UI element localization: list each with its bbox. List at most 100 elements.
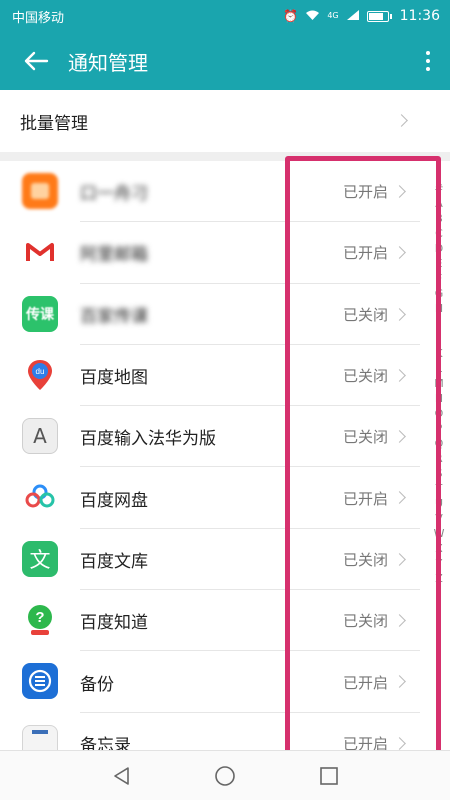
index-letter[interactable]: Q	[435, 438, 444, 449]
notification-status: 已关闭	[342, 612, 388, 631]
more-dot-icon	[426, 67, 430, 71]
nav-recents-button[interactable]	[317, 764, 341, 788]
index-letter[interactable]: R	[435, 453, 443, 464]
index-letter[interactable]: M	[434, 378, 444, 389]
list-item[interactable]: 文 百度文库 已关闭	[0, 529, 450, 591]
list-item[interactable]: 备份 已开启	[0, 651, 450, 713]
section-divider	[0, 152, 450, 161]
index-letter[interactable]: S	[436, 468, 443, 479]
app-name: 百家传课	[80, 306, 148, 327]
signal-icon	[346, 9, 360, 23]
list-item[interactable]: du 百度地图 已关闭	[0, 345, 450, 407]
nav-home-button[interactable]	[213, 764, 237, 788]
notification-status: 已开启	[342, 244, 388, 263]
more-dot-icon	[426, 51, 430, 55]
notification-status: 已关闭	[342, 367, 388, 386]
index-letter[interactable]: P	[436, 423, 443, 434]
mail-app-icon	[22, 234, 58, 271]
chevron-right-icon	[393, 614, 406, 627]
index-letter[interactable]: T	[436, 483, 443, 494]
app-name: 百度输入法华为版	[80, 429, 216, 450]
index-letter[interactable]: #	[434, 183, 443, 194]
more-dot-icon	[426, 59, 430, 63]
notification-status: 已开启	[342, 183, 388, 202]
nav-back-button[interactable]	[109, 764, 133, 788]
index-letter[interactable]: D	[435, 243, 443, 254]
index-letter[interactable]: I	[437, 318, 440, 329]
notification-status: 已开启	[342, 673, 388, 692]
index-letter[interactable]: V	[435, 513, 443, 524]
index-letter[interactable]: N	[435, 393, 443, 404]
app-name: 百度知道	[80, 613, 148, 634]
chevron-right-icon	[393, 675, 406, 689]
status-icons: ⏰ 4G 11:36	[283, 8, 440, 24]
chuanke-app-icon: 传课	[22, 295, 58, 332]
network-type-icon: 4G	[327, 11, 339, 20]
index-letter[interactable]: U	[435, 498, 443, 509]
app-bar: 通知管理	[0, 32, 450, 90]
orange-app-icon	[22, 173, 58, 209]
alphabet-index-bar[interactable]: # A B C D E F G H I J K L M N O P Q R S T U V W X Y Z	[434, 183, 445, 584]
index-letter[interactable]: L	[436, 363, 442, 374]
triangle-back-icon	[114, 766, 129, 785]
index-letter[interactable]: X	[435, 543, 443, 554]
index-letter[interactable]: J	[437, 333, 440, 344]
index-letter[interactable]: A	[435, 198, 443, 209]
arrow-left-icon	[24, 51, 49, 71]
notification-status: 已开启	[342, 489, 388, 508]
list-item[interactable]: ? 百度知道 已关闭	[0, 590, 450, 652]
index-letter[interactable]: B	[435, 213, 443, 224]
svg-text:?: ?	[35, 609, 44, 626]
back-button[interactable]	[20, 45, 52, 77]
index-letter[interactable]: Z	[435, 573, 443, 584]
index-letter[interactable]: E	[436, 258, 443, 269]
chevron-right-icon	[393, 246, 406, 260]
app-name: 口一舟刁	[80, 184, 148, 205]
app-name: 百度文库	[80, 551, 148, 572]
index-letter[interactable]: H	[435, 303, 443, 314]
status-bar: 中国移动 ⏰ 4G 11:36	[0, 0, 450, 32]
app-name: 百度网盘	[80, 490, 148, 511]
baidu-map-icon: du	[22, 356, 58, 393]
baidu-wenku-icon: 文	[22, 540, 58, 577]
chevron-right-icon	[393, 552, 406, 566]
list-item[interactable]: 阿里邮箱 已开启	[0, 222, 450, 284]
more-options-button[interactable]	[420, 49, 436, 73]
baidu-zhidao-icon: ?	[22, 602, 58, 639]
chevron-right-icon	[393, 736, 406, 750]
index-letter[interactable]: Y	[436, 558, 443, 569]
chevron-right-icon	[393, 369, 406, 382]
svg-text:du: du	[36, 367, 45, 376]
screen: 中国移动 ⏰ 4G 11:36 通知管理 批量管理 口一舟刁 已开启 阿里邮箱 …	[0, 0, 450, 800]
batch-manage-label: 批量管理	[20, 113, 88, 134]
alarm-icon: ⏰	[283, 9, 299, 23]
chevron-right-icon	[393, 491, 406, 505]
list-item[interactable]: A 百度输入法华为版 已关闭	[0, 406, 450, 468]
baidu-input-icon: A	[22, 418, 58, 455]
list-item[interactable]: 口一舟刁 已开启	[0, 161, 450, 223]
notification-status: 已关闭	[342, 305, 388, 324]
square-recents-icon	[320, 766, 338, 785]
app-list: 口一舟刁 已开启 阿里邮箱 已开启 传课 百家传课 已关闭 du 百度地图 已关…	[0, 161, 450, 774]
app-name: 百度地图	[80, 368, 148, 389]
backup-icon	[22, 663, 58, 700]
index-letter[interactable]: F	[436, 273, 442, 284]
clock: 11:36	[399, 8, 440, 24]
circle-home-icon	[215, 765, 235, 786]
index-letter[interactable]: C	[435, 228, 443, 239]
carrier-label: 中国移动	[12, 10, 65, 26]
index-letter[interactable]: K	[435, 348, 442, 359]
index-letter[interactable]: G	[435, 288, 444, 299]
page-title: 通知管理	[68, 50, 148, 75]
index-letter[interactable]: O	[435, 408, 444, 419]
list-item[interactable]: 传课 百家传课 已关闭	[0, 284, 450, 345]
system-nav-bar	[0, 750, 450, 800]
batch-manage-row[interactable]: 批量管理	[0, 90, 450, 152]
index-letter[interactable]: W	[434, 528, 445, 539]
app-name: 备份	[80, 674, 114, 695]
notification-status: 已关闭	[342, 550, 388, 569]
chevron-right-icon	[393, 430, 406, 444]
list-item[interactable]: 百度网盘 已开启	[0, 467, 450, 529]
notification-status: 已关闭	[342, 428, 388, 447]
chevron-right-icon	[395, 114, 408, 127]
